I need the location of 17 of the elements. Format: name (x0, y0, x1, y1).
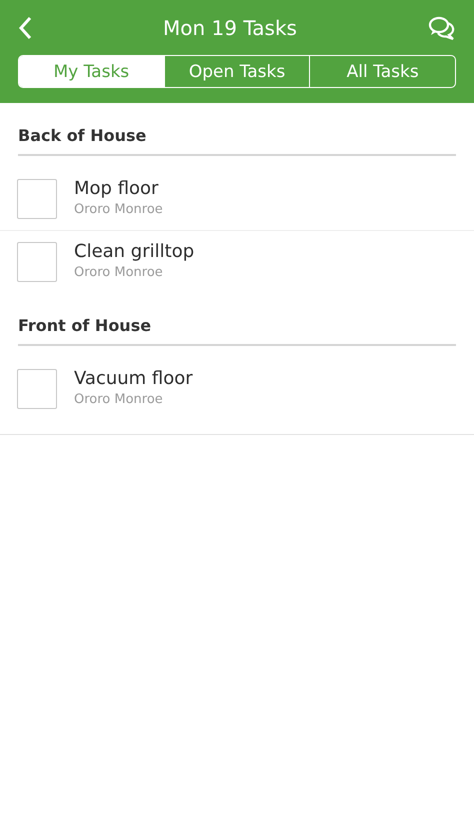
task-name: Mop floor (74, 178, 160, 198)
back-icon[interactable] (18, 16, 32, 40)
task-assignee: Ororo Monroe (74, 264, 164, 280)
task-checkbox[interactable] (17, 179, 57, 219)
task-name: Clean grilltop (74, 240, 194, 262)
tab[interactable]: Open Tasks (164, 56, 310, 87)
screen-title: Mon 19 Tasks (163, 16, 297, 40)
task-checkbox[interactable] (17, 242, 57, 282)
task-name: Vacuum floor (74, 368, 193, 388)
tab[interactable]: All Tasks (309, 56, 455, 87)
tab[interactable]: My Tasks (19, 56, 164, 87)
task-assignee: Ororo Monroe (74, 202, 163, 216)
section-heading: Back of House (17, 125, 148, 145)
task-assignee: Ororo Monroe (74, 392, 164, 406)
chat-bubbles-icon[interactable] (428, 16, 456, 40)
task-checkbox[interactable] (17, 369, 57, 409)
section-heading: Front of House (17, 315, 152, 335)
